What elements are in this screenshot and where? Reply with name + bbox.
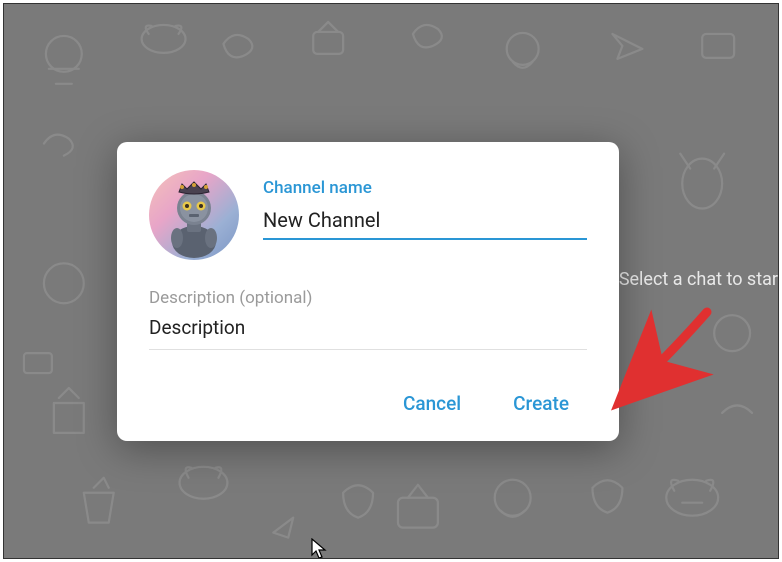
create-button[interactable]: Create xyxy=(503,386,579,421)
robot-avatar-icon xyxy=(149,170,239,260)
channel-name-label: Channel name xyxy=(263,178,587,198)
description-field: Description (optional) xyxy=(149,288,587,350)
app-viewport: Select a chat to star xyxy=(3,3,779,559)
channel-name-input[interactable] xyxy=(263,204,587,240)
empty-state-hint: Select a chat to star xyxy=(611,265,778,294)
new-channel-dialog: Channel name Description (optional) Canc… xyxy=(117,142,619,441)
cancel-button[interactable]: Cancel xyxy=(393,386,471,421)
mouse-cursor-icon xyxy=(311,538,329,559)
description-label: Description (optional) xyxy=(149,288,587,308)
dialog-button-row: Cancel Create xyxy=(149,386,587,421)
channel-avatar[interactable] xyxy=(149,170,239,260)
description-input[interactable] xyxy=(149,314,587,350)
channel-name-field: Channel name xyxy=(263,170,587,240)
